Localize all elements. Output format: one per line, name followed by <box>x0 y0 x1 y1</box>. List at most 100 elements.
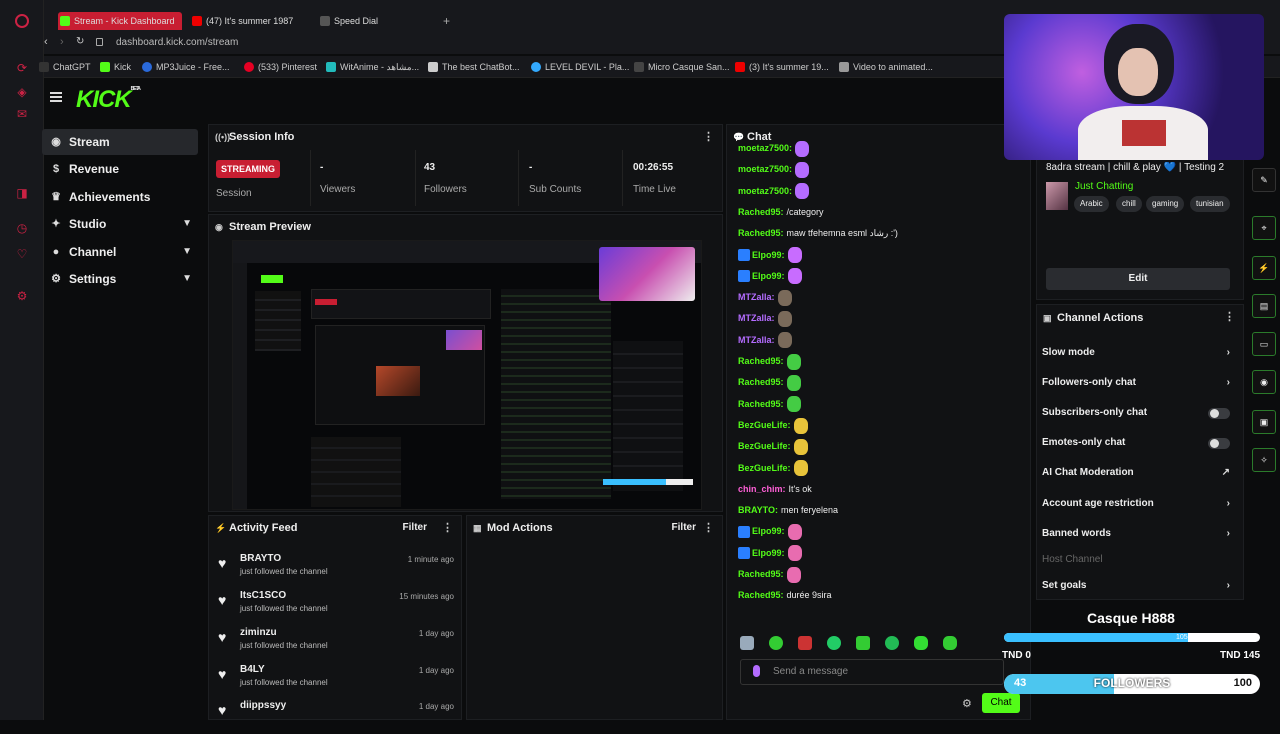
chat-username[interactable]: BRAYTO: <box>738 505 778 515</box>
clock-icon[interactable]: ◷ <box>14 220 30 236</box>
bookmark[interactable]: The best ChatBot... <box>428 60 520 74</box>
chat-username[interactable]: MTZalla: <box>738 313 775 323</box>
emote-icon[interactable] <box>827 636 841 650</box>
bookmark[interactable]: Video to animated... <box>839 60 933 74</box>
opera-logo-icon[interactable] <box>15 14 29 28</box>
history-icon[interactable]: ⟳ <box>14 60 30 76</box>
reload-icon[interactable]: ↻ <box>76 36 84 47</box>
tab-kick-dashboard[interactable]: Stream - Kick Dashboard <box>58 12 182 30</box>
filter-button[interactable]: Filter <box>403 516 427 540</box>
chat-username[interactable]: Rached95: <box>738 569 784 579</box>
more-icon[interactable]: ⋮ <box>703 516 714 540</box>
followers-only-item[interactable]: Followers-only chat › <box>1042 373 1234 393</box>
bag-icon[interactable]: ◈ <box>14 84 30 100</box>
chat-username[interactable]: chin_chim: <box>738 484 786 494</box>
emote-icon[interactable] <box>740 636 754 650</box>
nav-stream[interactable]: ◉ Stream <box>42 129 198 155</box>
chat-username[interactable]: Elpo99: <box>752 271 785 281</box>
emote-icon[interactable] <box>769 636 783 650</box>
chat-username[interactable]: Elpo99: <box>752 526 785 536</box>
forward-icon[interactable]: › <box>60 36 64 48</box>
stream-preview-video[interactable] <box>232 240 702 510</box>
tag-chip[interactable]: gaming <box>1146 196 1185 212</box>
stream-category[interactable]: Just Chatting <box>1075 181 1133 192</box>
chat-username[interactable]: moetaz7500: <box>738 164 792 174</box>
emote-icon[interactable] <box>914 636 928 650</box>
chat-send-button[interactable]: Chat <box>982 693 1020 713</box>
chat-username[interactable]: moetaz7500: <box>738 143 792 153</box>
bolt-icon[interactable]: ⚡ <box>1252 256 1276 280</box>
tag-chip[interactable]: Arabic <box>1074 196 1109 212</box>
emote-icon[interactable] <box>856 636 870 650</box>
scan-icon[interactable]: ⌖ <box>1252 216 1276 240</box>
bookmark[interactable]: LEVEL DEVIL - Pla... <box>531 60 629 74</box>
chat-username[interactable]: BezGueLife: <box>738 420 791 430</box>
banned-words-item[interactable]: Banned words › <box>1042 524 1234 544</box>
pencil-icon[interactable]: ✎ <box>1252 168 1276 192</box>
chat-input[interactable]: Send a message <box>740 659 1004 685</box>
chat-username[interactable]: Elpo99: <box>752 250 785 260</box>
bookmark[interactable]: ChatGPT <box>39 60 91 74</box>
chat-username[interactable]: Rached95: <box>738 356 784 366</box>
emotes-only-toggle[interactable] <box>1208 438 1230 449</box>
url-field[interactable]: dashboard.kick.com/stream <box>116 37 238 48</box>
filter-button[interactable]: Filter <box>672 516 696 540</box>
more-icon[interactable]: ⋮ <box>1224 305 1235 329</box>
back-icon[interactable]: ‹ <box>44 36 48 48</box>
document-icon[interactable]: ▤ <box>1252 294 1276 318</box>
set-goals-item[interactable]: Set goals › <box>1042 576 1234 596</box>
chat-username[interactable]: Elpo99: <box>752 548 785 558</box>
chat-username[interactable]: MTZalla: <box>738 335 775 345</box>
emote-icon[interactable] <box>798 636 812 650</box>
emote-icon[interactable] <box>885 636 899 650</box>
activity-user[interactable]: B4LY <box>240 664 265 675</box>
chat-username[interactable]: Rached95: <box>738 590 784 600</box>
emotes-only-item[interactable]: Emotes-only chat <box>1042 433 1234 453</box>
subscribers-only-toggle[interactable] <box>1208 408 1230 419</box>
heart-icon[interactable]: ♡ <box>14 246 30 262</box>
mic-icon[interactable] <box>753 665 760 677</box>
chat-username[interactable]: Rached95: <box>738 228 784 238</box>
tag-chip[interactable]: tunisian <box>1190 196 1230 212</box>
bookmark[interactable]: (533) Pinterest <box>244 60 317 74</box>
chat-username[interactable]: BezGueLife: <box>738 463 791 473</box>
nav-channel[interactable]: ● Channel ▼ <box>42 239 198 265</box>
bookmark[interactable]: Kick <box>100 60 131 74</box>
ai-moderation-item[interactable]: AI Chat Moderation ↗ <box>1042 463 1234 483</box>
activity-user[interactable]: ziminzu <box>240 627 277 638</box>
tab-speed-dial[interactable]: Speed Dial <box>318 12 428 30</box>
nav-achievements[interactable]: ♛ Achievements <box>42 184 198 210</box>
bookmark[interactable]: WitAnime - مشاهد... <box>326 60 419 74</box>
more-icon[interactable]: ⋮ <box>442 516 453 540</box>
chat-icon[interactable]: ▭ <box>1252 332 1276 356</box>
menu-icon[interactable] <box>50 92 62 102</box>
bookmark[interactable]: Micro Casque San... <box>634 60 730 74</box>
subscribers-only-item[interactable]: Subscribers-only chat <box>1042 403 1234 423</box>
settings-icon[interactable]: ⚙ <box>14 288 30 304</box>
activity-user[interactable]: ItsC1SCO <box>240 590 286 601</box>
nav-studio[interactable]: ✦ Studio ▼ <box>42 211 198 237</box>
account-age-item[interactable]: Account age restriction › <box>1042 494 1234 514</box>
tag-chip[interactable]: chill <box>1116 196 1142 212</box>
nav-settings[interactable]: ⚙ Settings ▼ <box>42 266 198 292</box>
tab-youtube[interactable]: (47) It's summer 1987 <box>190 12 302 30</box>
camera-icon[interactable]: ▣ <box>1252 410 1276 434</box>
gear-icon[interactable]: ⚙ <box>962 697 972 710</box>
chat-username[interactable]: Rached95: <box>738 377 784 387</box>
twitch-icon[interactable]: ◨ <box>14 185 30 201</box>
chat-username[interactable]: Rached95: <box>738 207 784 217</box>
activity-user[interactable]: BRAYTO <box>240 553 281 564</box>
activity-user[interactable]: diippssyy <box>240 700 286 711</box>
more-icon[interactable]: ⋮ <box>703 125 714 149</box>
chat-username[interactable]: moetaz7500: <box>738 186 792 196</box>
broadcast-icon[interactable]: ◉ <box>1252 370 1276 394</box>
bookmark[interactable]: (3) It's summer 19... <box>735 60 829 74</box>
new-tab-icon[interactable]: + <box>443 14 450 28</box>
edit-button[interactable]: Edit <box>1046 268 1230 290</box>
kick-logo[interactable]: KICKBETA <box>76 86 141 114</box>
chat-username[interactable]: BezGueLife: <box>738 441 791 451</box>
slow-mode-item[interactable]: Slow mode › <box>1042 343 1234 363</box>
nav-revenue[interactable]: $ Revenue <box>42 156 198 182</box>
emote-icon[interactable] <box>943 636 957 650</box>
bookmark[interactable]: MP3Juice - Free... <box>142 60 230 74</box>
